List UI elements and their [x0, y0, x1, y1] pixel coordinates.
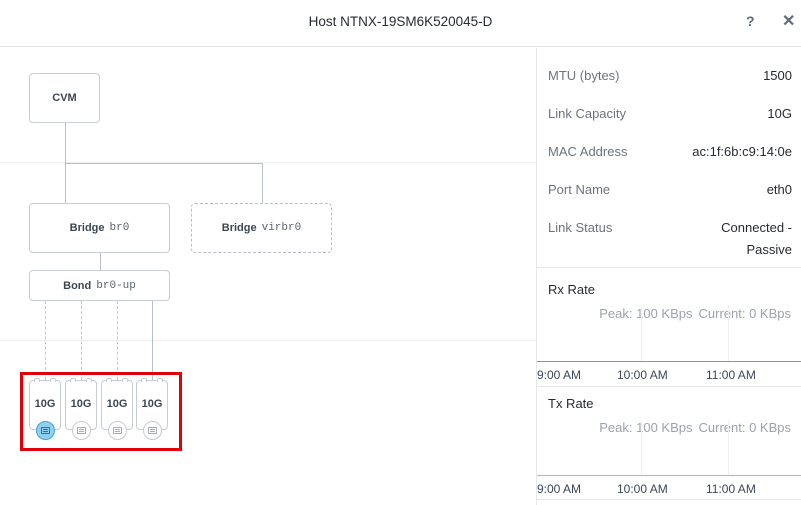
chart-gridline	[641, 420, 642, 475]
nic-capacity: 10G	[106, 398, 128, 410]
nic-port-icon-selected[interactable]	[36, 421, 55, 440]
connector	[262, 163, 263, 204]
cvm-label: CVM	[52, 92, 77, 104]
detail-value: ac:1f:6b:c9:14:0e	[692, 144, 792, 159]
rx-peak: Peak: 100 KBps	[599, 306, 693, 321]
bond-node[interactable]: Bond br0-up	[29, 270, 170, 301]
detail-value: Passive	[746, 242, 792, 257]
detail-label: Link Status	[548, 220, 613, 235]
cvm-node[interactable]: CVM	[29, 73, 100, 123]
nic-link-dashed	[117, 301, 118, 380]
tx-rate-stats: Peak: 100 KBps Current: 0 KBps	[537, 420, 791, 435]
rx-tick-label: 9:00 AM	[537, 368, 582, 382]
bridge-virbr0-node[interactable]: Bridge virbr0	[191, 203, 332, 253]
bridge-name: br0	[109, 222, 130, 234]
bridge-label: Bridge	[69, 222, 105, 234]
bond-label: Bond	[63, 279, 92, 292]
connector	[65, 163, 262, 164]
detail-value: Connected -	[721, 220, 792, 235]
detail-value: 10G	[767, 106, 792, 121]
nic-capacity: 10G	[141, 398, 163, 410]
detail-label: MAC Address	[548, 144, 628, 159]
detail-value: eth0	[766, 182, 792, 197]
nic-link-dashed	[45, 301, 46, 380]
chart-gridline	[728, 420, 729, 475]
close-icon[interactable]: ✕	[782, 11, 795, 31]
bond-name: br0-up	[96, 279, 136, 292]
divider	[537, 499, 801, 500]
divider	[537, 386, 801, 387]
bridge-name: virbr0	[261, 222, 302, 234]
rx-rate-series-line	[537, 361, 801, 362]
detail-label: Port Name	[548, 182, 611, 197]
chart-gridline	[728, 306, 729, 361]
tx-tick-label: 11:00 AM	[706, 482, 756, 496]
rx-tick-label: 10:00 AM	[617, 368, 668, 382]
help-icon[interactable]: ?	[746, 13, 755, 29]
tx-peak: Peak: 100 KBps	[599, 420, 693, 435]
bridge-br0-node[interactable]: Bridge br0	[29, 203, 170, 253]
nic-port-icon[interactable]	[72, 421, 91, 440]
tx-rate-title: Tx Rate	[548, 396, 594, 411]
chart-gridline	[641, 306, 642, 361]
tx-tick-label: 9:00 AM	[537, 482, 582, 496]
detail-label: MTU (bytes)	[548, 68, 620, 83]
nic-port-icon[interactable]	[143, 421, 162, 440]
divider	[537, 267, 801, 268]
bridge-label: Bridge	[221, 222, 257, 234]
tx-rate-series-line	[537, 475, 801, 476]
nic-capacity: 10G	[34, 398, 56, 410]
rx-rate-title: Rx Rate	[548, 282, 595, 297]
rx-tick-label: 11:00 AM	[706, 368, 756, 382]
tx-tick-label: 10:00 AM	[617, 482, 668, 496]
nic-capacity: 10G	[70, 398, 92, 410]
detail-label: Link Capacity	[548, 106, 627, 121]
connector	[100, 253, 101, 271]
rx-rate-stats: Peak: 100 KBps Current: 0 KBps	[537, 306, 791, 321]
nic-link-active	[152, 301, 153, 380]
nic-details-panel: MTU (bytes) 1500 Link Capacity 10G MAC A…	[536, 48, 801, 505]
detail-value: 1500	[763, 68, 792, 83]
dialog-header: Host NTNX-19SM6K520045-D ? ✕	[0, 0, 801, 47]
dialog-title: Host NTNX-19SM6K520045-D	[308, 14, 493, 29]
tx-current: Current: 0 KBps	[698, 420, 792, 435]
nic-port-icon[interactable]	[108, 421, 127, 440]
rx-current: Current: 0 KBps	[698, 306, 792, 321]
nic-link-dashed	[81, 301, 82, 380]
